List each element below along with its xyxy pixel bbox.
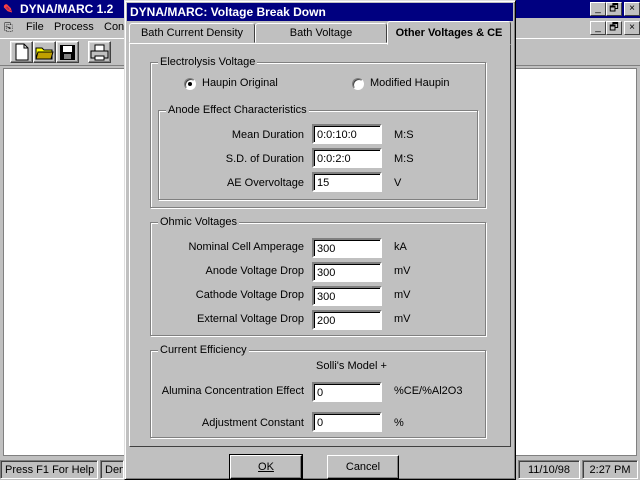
- current-efficiency-legend: Current Efficiency: [158, 344, 249, 356]
- status-time: 2:27 PM: [582, 460, 638, 479]
- floppy-disk-icon: [60, 45, 75, 60]
- folder-open-icon: [35, 47, 54, 60]
- modified-haupin-label[interactable]: Modified Haupin: [370, 77, 450, 89]
- adjustment-constant-input[interactable]: [312, 412, 382, 432]
- doc-minimize-button[interactable]: _: [590, 21, 606, 35]
- mean-duration-input[interactable]: [312, 124, 382, 144]
- status-date: 11/10/98: [518, 460, 580, 479]
- modified-haupin-radio[interactable]: [352, 78, 364, 90]
- cathode-voltage-drop-input[interactable]: [312, 286, 382, 306]
- cell-amperage-unit: kA: [394, 241, 407, 253]
- new-file-icon: [15, 43, 29, 61]
- tab-panel: Electrolysis Voltage Haupin Original Mod…: [129, 43, 511, 447]
- anode-effect-legend: Anode Effect Characteristics: [166, 104, 309, 116]
- anode-voltage-drop-input[interactable]: [312, 262, 382, 282]
- printer-icon: [90, 44, 109, 61]
- electrolysis-voltage-legend: Electrolysis Voltage: [158, 56, 258, 68]
- restore-button[interactable]: 🗗: [606, 2, 622, 16]
- close-button[interactable]: ×: [624, 2, 640, 16]
- dialog-title: DYNA/MARC: Voltage Break Down: [130, 5, 326, 19]
- print-button[interactable]: [88, 41, 111, 63]
- ae-overvoltage-input[interactable]: [312, 172, 382, 192]
- anode-voltage-drop-label: Anode Voltage Drop: [205, 265, 304, 277]
- doc-restore-button[interactable]: 🗗: [606, 21, 622, 35]
- cathode-voltage-drop-label: Cathode Voltage Drop: [195, 289, 304, 301]
- new-file-button[interactable]: [10, 41, 33, 63]
- cell-amperage-input[interactable]: [312, 238, 382, 258]
- status-help: Press F1 For Help: [0, 460, 98, 479]
- app-icon[interactable]: ✎: [3, 2, 13, 16]
- ae-overvoltage-label: AE Overvoltage: [226, 177, 304, 189]
- tab-other-voltages-ce[interactable]: Other Voltages & CE: [387, 21, 511, 45]
- external-voltage-drop-unit: mV: [394, 313, 411, 325]
- sd-duration-input[interactable]: [312, 148, 382, 168]
- alumina-effect-label: Alumina Concentration Effect: [161, 385, 304, 397]
- alumina-effect-unit: %CE/%Al2O3: [394, 385, 463, 397]
- menu-file[interactable]: File: [26, 21, 44, 33]
- save-button[interactable]: [56, 41, 79, 63]
- tab-bath-current-density[interactable]: Bath Current Density: [129, 23, 255, 43]
- ohmic-voltages-legend: Ohmic Voltages: [158, 216, 240, 228]
- status-mode: Den: [100, 460, 124, 479]
- menu-process[interactable]: Process: [54, 21, 94, 33]
- tab-bath-voltage[interactable]: Bath Voltage: [255, 23, 387, 43]
- voltage-breakdown-dialog: DYNA/MARC: Voltage Break Down Bath Curre…: [124, 0, 516, 480]
- haupin-original-label[interactable]: Haupin Original: [202, 77, 278, 89]
- mean-duration-label: Mean Duration: [231, 129, 304, 141]
- ok-button[interactable]: OK: [229, 454, 303, 480]
- anode-voltage-drop-unit: mV: [394, 265, 411, 277]
- dialog-title-bar[interactable]: DYNA/MARC: Voltage Break Down: [127, 3, 513, 21]
- adjustment-constant-unit: %: [394, 417, 404, 429]
- cancel-button[interactable]: Cancel: [327, 455, 399, 479]
- adjustment-constant-label: Adjustment Constant: [201, 417, 304, 429]
- minimize-button[interactable]: _: [590, 2, 606, 16]
- haupin-original-radio[interactable]: [184, 78, 196, 90]
- mean-duration-unit: M:S: [394, 129, 414, 141]
- sd-duration-unit: M:S: [394, 153, 414, 165]
- open-file-button[interactable]: [33, 41, 56, 63]
- doc-close-button[interactable]: ×: [624, 21, 640, 35]
- cathode-voltage-drop-unit: mV: [394, 289, 411, 301]
- external-voltage-drop-label: External Voltage Drop: [196, 313, 304, 325]
- app-title: DYNA/MARC 1.2: [20, 2, 114, 16]
- document-icon[interactable]: ⎘: [4, 22, 13, 35]
- external-voltage-drop-input[interactable]: [312, 310, 382, 330]
- ae-overvoltage-unit: V: [394, 177, 402, 189]
- menu-con[interactable]: Con: [104, 21, 124, 33]
- solli-model-label: Solli's Model +: [316, 360, 387, 372]
- radio-selected-dot: [188, 82, 192, 86]
- alumina-effect-input[interactable]: [312, 382, 382, 402]
- sd-duration-label: S.D. of Duration: [225, 153, 304, 165]
- cell-amperage-label: Nominal Cell Amperage: [188, 241, 304, 253]
